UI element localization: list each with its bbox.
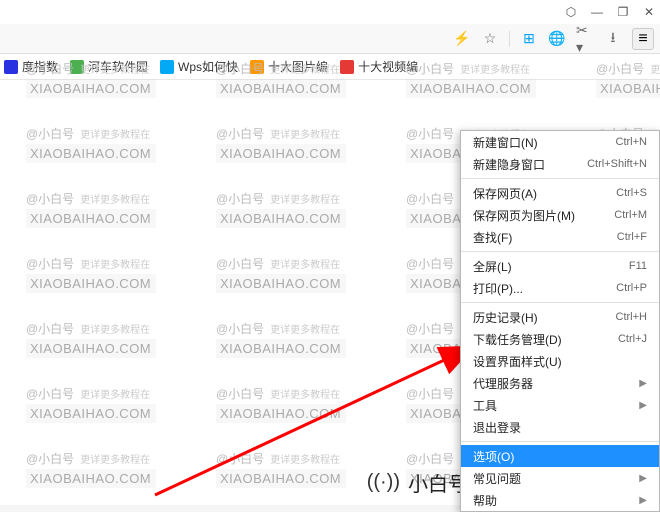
- menu-item-label: 保存网页为图片(M): [473, 207, 575, 224]
- download-icon[interactable]: ⭳: [604, 30, 622, 48]
- menu-item[interactable]: 常见问题 ▶: [461, 467, 659, 489]
- extension-icon[interactable]: ⬡: [564, 5, 578, 19]
- watermark-cell: @小白号更详更多教程在XIAOBAIHAO.COM: [216, 125, 346, 163]
- watermark-cell: @小白号更详更多教程在XIAOBAIHAO.COM: [406, 60, 536, 98]
- menu-item-label: 新建窗口(N): [473, 134, 538, 151]
- menu-shortcut: Ctrl+M: [614, 209, 647, 221]
- menu-item[interactable]: 保存网页(A) Ctrl+S: [461, 182, 659, 204]
- menu-item[interactable]: 历史记录(H) Ctrl+H: [461, 306, 659, 328]
- watermark-cell: @小白号更详更多教程在XIAOBAIHAO.COM: [26, 385, 156, 423]
- page-content: @小白号更详更多教程在XIAOBAIHAO.COM @小白号更详更多教程在XIAO…: [0, 80, 660, 505]
- menu-item-label: 帮助: [473, 492, 497, 509]
- main-menu: 新建窗口(N) Ctrl+N 新建隐身窗口 Ctrl+Shift+N 保存网页(A) Ct…: [460, 130, 660, 512]
- submenu-arrow-icon: ▶: [639, 473, 647, 484]
- globe-icon[interactable]: 🌐: [548, 30, 566, 48]
- menu-item-label: 常见问题: [473, 470, 521, 487]
- ms-icon[interactable]: ⊞: [520, 30, 538, 48]
- watermark-cell: @小白号更详更多教程在XIAOBAIHAO.COM: [216, 190, 346, 228]
- menu-item[interactable]: 保存网页为图片(M) Ctrl+M: [461, 204, 659, 226]
- watermark-cell: @小白号更详更多教程在XIAOBAIHAO.COM: [26, 450, 156, 488]
- watermark-cell: @小白号更详更多教程在XIAOBAIHAO.COM: [596, 60, 660, 98]
- menu-item[interactable]: 帮助 ▶: [461, 489, 659, 511]
- menu-item[interactable]: 查找(F) Ctrl+F: [461, 226, 659, 248]
- watermark-cell: @小白号更详更多教程在XIAOBAIHAO.COM: [216, 60, 346, 98]
- menu-item[interactable]: 代理服务器 ▶: [461, 372, 659, 394]
- submenu-arrow-icon: ▶: [639, 495, 647, 506]
- menu-item-label: 历史记录(H): [473, 309, 538, 326]
- menu-shortcut: Ctrl+J: [618, 333, 647, 345]
- menu-separator: [461, 441, 659, 442]
- watermark-cell: @小白号更详更多教程在XIAOBAIHAO.COM: [26, 60, 156, 98]
- menu-item-label: 查找(F): [473, 229, 512, 246]
- menu-shortcut: Ctrl+P: [616, 282, 647, 294]
- menu-item-label: 保存网页(A): [473, 185, 537, 202]
- close-button[interactable]: ✕: [642, 5, 656, 19]
- menu-shortcut: Ctrl+F: [617, 231, 647, 243]
- watermark-cell: @小白号更详更多教程在XIAOBAIHAO.COM: [216, 450, 346, 488]
- menu-separator: [461, 178, 659, 179]
- window-titlebar: ⬡ — ❐ ✕: [0, 0, 660, 24]
- menu-item-label: 全屏(L): [473, 258, 512, 275]
- watermark-cell: @小白号更详更多教程在XIAOBAIHAO.COM: [216, 385, 346, 423]
- menu-item-label: 打印(P)...: [473, 280, 523, 297]
- menu-shortcut: Ctrl+Shift+N: [587, 158, 647, 170]
- watermark-cell: @小白号更详更多教程在XIAOBAIHAO.COM: [26, 255, 156, 293]
- maximize-button[interactable]: ❐: [616, 5, 630, 19]
- menu-shortcut: Ctrl+N: [616, 136, 647, 148]
- menu-item-label: 代理服务器: [473, 375, 533, 392]
- menu-item-label: 选项(O): [473, 448, 514, 465]
- menu-item[interactable]: 全屏(L) F11: [461, 255, 659, 277]
- menu-item[interactable]: 新建窗口(N) Ctrl+N: [461, 131, 659, 153]
- watermark-cell: @小白号更详更多教程在XIAOBAIHAO.COM: [26, 190, 156, 228]
- submenu-arrow-icon: ▶: [639, 378, 647, 389]
- menu-item-label: 新建隐身窗口: [473, 156, 545, 173]
- watermark-cell: @小白号更详更多教程在XIAOBAIHAO.COM: [216, 255, 346, 293]
- menu-shortcut: Ctrl+S: [616, 187, 647, 199]
- menu-separator: [461, 302, 659, 303]
- footer-brand: 小白号: [408, 468, 468, 497]
- star-icon[interactable]: ☆: [481, 30, 499, 48]
- menu-shortcut: Ctrl+H: [616, 311, 647, 323]
- menu-item-label: 下载任务管理(D): [473, 331, 562, 348]
- menu-item-label: 退出登录: [473, 419, 521, 436]
- menu-item[interactable]: 退出登录: [461, 416, 659, 438]
- flash-icon[interactable]: ⚡: [453, 30, 471, 48]
- menu-item-label: 工具: [473, 397, 497, 414]
- minimize-button[interactable]: —: [590, 5, 604, 19]
- menu-button[interactable]: ≡: [632, 28, 654, 50]
- menu-item[interactable]: 打印(P)... Ctrl+P: [461, 277, 659, 299]
- watermark-cell: @小白号更详更多教程在XIAOBAIHAO.COM: [216, 320, 346, 358]
- watermark-cell: @小白号更详更多教程在XIAOBAIHAO.COM: [26, 125, 156, 163]
- menu-item[interactable]: 选项(O): [461, 445, 659, 467]
- menu-shortcut: F11: [629, 260, 647, 272]
- menu-item[interactable]: 下载任务管理(D) Ctrl+J: [461, 328, 659, 350]
- menu-item[interactable]: 设置界面样式(U): [461, 350, 659, 372]
- menu-item-label: 设置界面样式(U): [473, 353, 562, 370]
- watermark-cell: @小白号更详更多教程在XIAOBAIHAO.COM: [26, 320, 156, 358]
- scissors-icon[interactable]: ✂ ▾: [576, 30, 594, 48]
- menu-separator: [461, 251, 659, 252]
- browser-toolbar: ⚡ ☆ ⊞ 🌐 ✂ ▾ ⭳ ≡: [0, 24, 660, 54]
- wifi-icon: ((·)): [367, 471, 400, 494]
- menu-item[interactable]: 工具 ▶: [461, 394, 659, 416]
- menu-item[interactable]: 新建隐身窗口 Ctrl+Shift+N: [461, 153, 659, 175]
- submenu-arrow-icon: ▶: [639, 400, 647, 411]
